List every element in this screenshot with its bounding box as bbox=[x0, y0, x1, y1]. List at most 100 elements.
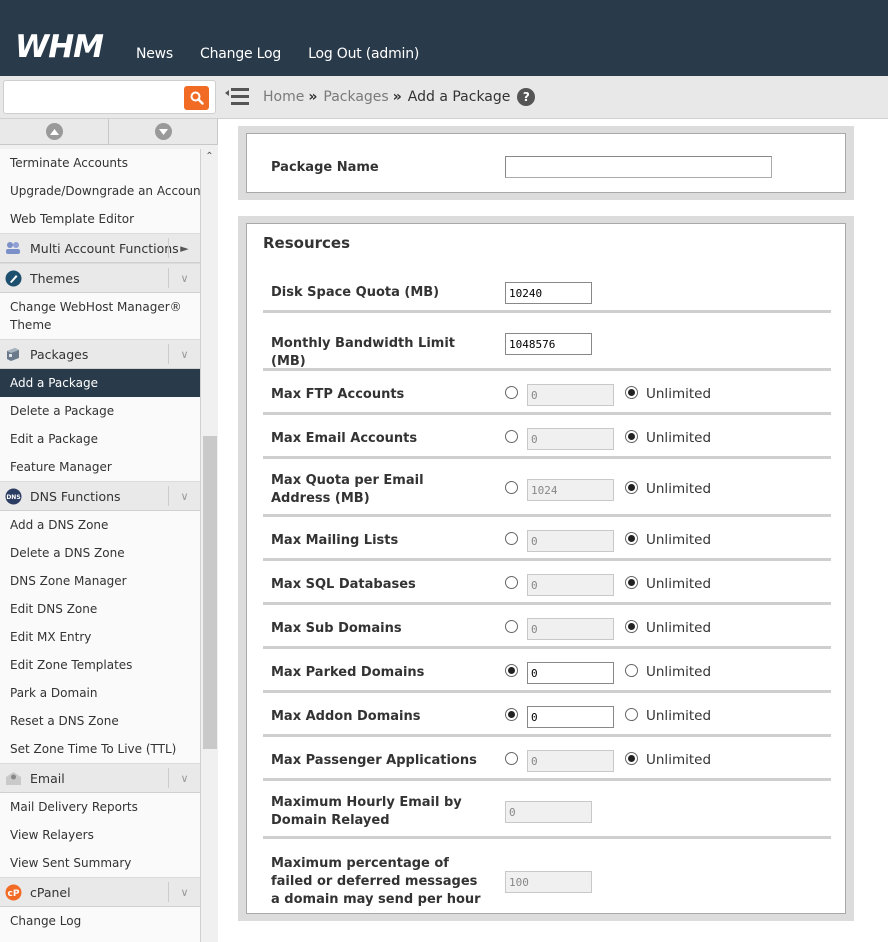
help-icon[interactable]: ? bbox=[517, 88, 536, 106]
sidebar-item[interactable]: Change Log bbox=[0, 907, 200, 935]
unlimited-radio[interactable] bbox=[625, 481, 638, 494]
resources-panel: Resources Disk Space Quota (MB) Monthly B… bbox=[238, 216, 854, 921]
sidebar-item[interactable]: Delete a DNS Zone bbox=[0, 539, 200, 567]
nav-news-link[interactable]: News bbox=[136, 46, 173, 62]
unlimited-radio[interactable] bbox=[625, 620, 638, 633]
sidebar-item[interactable]: Add a DNS Zone bbox=[0, 511, 200, 539]
chevron-down-icon[interactable]: ∨ bbox=[168, 486, 200, 506]
resource-value-input[interactable] bbox=[527, 428, 614, 450]
sidebar-item[interactable]: Park a Domain bbox=[0, 679, 200, 707]
unlimited-radio[interactable] bbox=[625, 576, 638, 589]
unlimited-radio[interactable] bbox=[625, 532, 638, 545]
limit-radio[interactable] bbox=[505, 664, 518, 677]
resource-label: Max Addon Domains bbox=[271, 709, 421, 724]
resource-value-input[interactable] bbox=[527, 574, 614, 596]
search-box bbox=[3, 80, 216, 114]
expand-right-icon[interactable]: ► bbox=[168, 238, 200, 258]
package-name-panel: Package Name bbox=[238, 126, 854, 200]
sidebar-category-label: DNS Functions bbox=[30, 488, 121, 504]
resource-value-input[interactable] bbox=[527, 479, 614, 501]
resource-value-input[interactable] bbox=[505, 333, 592, 355]
scroll-down-button[interactable] bbox=[109, 119, 218, 144]
sidebar-item[interactable]: Edit Zone Templates bbox=[0, 651, 200, 679]
chevron-down-icon[interactable]: ∨ bbox=[168, 882, 200, 902]
sidebar-item[interactable]: Mail Delivery Reports bbox=[0, 793, 200, 821]
arrow-down-icon bbox=[154, 123, 172, 140]
sidebar-item[interactable]: Upgrade/Downgrade an Account bbox=[0, 177, 200, 205]
resource-value-input[interactable] bbox=[527, 662, 614, 684]
limit-radio[interactable] bbox=[505, 430, 518, 443]
collapse-sidebar-icon[interactable] bbox=[225, 87, 249, 107]
sidebar-category[interactable]: Multi Account Functions ► bbox=[0, 233, 200, 263]
chevron-down-icon[interactable]: ∨ bbox=[168, 268, 200, 288]
resource-value-input[interactable] bbox=[527, 384, 614, 406]
unlimited-radio[interactable] bbox=[625, 752, 638, 765]
sidebar-item[interactable]: Feature Manager bbox=[0, 453, 200, 481]
sidebar-item[interactable]: Edit MX Entry bbox=[0, 623, 200, 651]
resource-row: Disk Space Quota (MB) bbox=[263, 273, 831, 313]
sidebar-item[interactable]: Terminate Accounts bbox=[0, 149, 200, 177]
sidebar-item[interactable]: View Sent Summary bbox=[0, 849, 200, 877]
unlimited-radio[interactable] bbox=[625, 386, 638, 399]
limit-radio[interactable] bbox=[505, 576, 518, 589]
sidebar-category[interactable]: Email ∨ bbox=[0, 763, 200, 793]
unlimited-label: Unlimited bbox=[646, 576, 712, 592]
resource-row: Max Parked Domains Unlimited bbox=[263, 652, 831, 693]
nav-logout-link[interactable]: Log Out (admin) bbox=[308, 46, 419, 62]
sidebar-item[interactable]: Edit a Package bbox=[0, 425, 200, 453]
sidebar-category[interactable]: Packages ∨ bbox=[0, 339, 200, 369]
unlimited-label: Unlimited bbox=[646, 386, 712, 402]
chevron-down-icon[interactable]: ∨ bbox=[168, 768, 200, 788]
sidebar-category-label: cPanel bbox=[30, 884, 71, 900]
search-input[interactable] bbox=[8, 85, 178, 109]
limit-radio[interactable] bbox=[505, 620, 518, 633]
resource-value-input[interactable] bbox=[527, 750, 614, 772]
resource-value-input[interactable] bbox=[505, 871, 592, 893]
resource-value-input[interactable] bbox=[505, 282, 592, 304]
sidebar-category[interactable]: cP cPanel ∨ bbox=[0, 877, 200, 907]
unlimited-radio[interactable] bbox=[625, 430, 638, 443]
limit-radio[interactable] bbox=[505, 481, 518, 494]
resources-title: Resources bbox=[263, 234, 351, 252]
unlimited-radio[interactable] bbox=[625, 664, 638, 677]
resource-value-input[interactable] bbox=[527, 530, 614, 552]
sidebar-item[interactable]: Change WebHost Manager® Theme bbox=[0, 293, 200, 339]
breadcrumb-current: Add a Package bbox=[407, 89, 511, 105]
limit-radio[interactable] bbox=[505, 752, 518, 765]
sidebar-item[interactable]: View Relayers bbox=[0, 821, 200, 849]
resource-row: Max SQL Databases Unlimited bbox=[263, 564, 831, 605]
resource-row: Max Passenger Applications Unlimited bbox=[263, 740, 831, 781]
breadcrumb-packages[interactable]: Packages bbox=[323, 89, 388, 105]
sidebar-item[interactable]: Web Template Editor bbox=[0, 205, 200, 233]
sidebar-item[interactable]: DNS Zone Manager bbox=[0, 567, 200, 595]
package-name-input[interactable] bbox=[505, 156, 772, 178]
resource-value-input[interactable] bbox=[527, 706, 614, 728]
scroll-up-button[interactable] bbox=[0, 119, 109, 144]
breadcrumb-home[interactable]: Home bbox=[263, 89, 304, 105]
sidebar-item[interactable]: Add a Package bbox=[0, 369, 200, 397]
sidebar-item[interactable]: Reset a DNS Zone bbox=[0, 707, 200, 735]
sidebar-item[interactable]: Delete a Package bbox=[0, 397, 200, 425]
resource-value-input[interactable] bbox=[527, 618, 614, 640]
nav-changelog-link[interactable]: Change Log bbox=[200, 46, 281, 62]
sidebar-category[interactable]: Themes ∨ bbox=[0, 263, 200, 293]
breadcrumb-separator: » bbox=[392, 89, 402, 105]
resource-row: Max Quota per Email Address (MB) Unlimite… bbox=[263, 462, 831, 517]
unlimited-label: Unlimited bbox=[646, 664, 712, 680]
search-button[interactable] bbox=[184, 86, 209, 110]
scrollbar-thumb[interactable] bbox=[203, 436, 217, 749]
unlimited-radio[interactable] bbox=[625, 708, 638, 721]
sidebar-item[interactable]: Set Zone Time To Live (TTL) bbox=[0, 735, 200, 763]
resource-label: Max Passenger Applications bbox=[271, 753, 477, 768]
sidebar-item[interactable]: Edit DNS Zone bbox=[0, 595, 200, 623]
whm-logo[interactable]: WHM bbox=[15, 30, 115, 62]
limit-radio[interactable] bbox=[505, 532, 518, 545]
sidebar-category[interactable]: DNS DNS Functions ∨ bbox=[0, 481, 200, 511]
resource-value-input[interactable] bbox=[505, 801, 592, 823]
scrollbar-up-icon[interactable]: ⌃ bbox=[202, 149, 217, 163]
resource-row: Maximum percentage of failed or deferred… bbox=[263, 842, 831, 922]
chevron-down-icon[interactable]: ∨ bbox=[168, 344, 200, 364]
limit-radio[interactable] bbox=[505, 708, 518, 721]
limit-radio[interactable] bbox=[505, 386, 518, 399]
sidebar-scrollbar[interactable]: ⌃ bbox=[202, 149, 217, 942]
